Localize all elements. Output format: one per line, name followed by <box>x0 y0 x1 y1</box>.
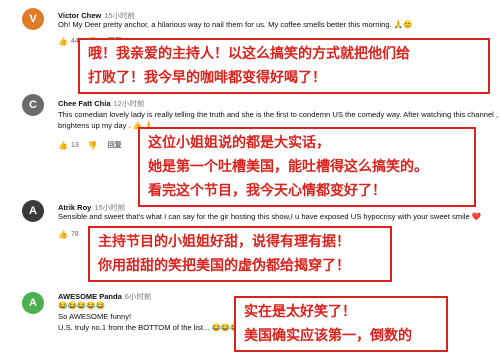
comment-text: 😂😂😂😂😂 So AWESOME funny! U.S. truly no.1 … <box>58 301 250 332</box>
avatar[interactable]: V <box>22 8 44 30</box>
comment-author[interactable]: Chee Fatt Chia 12小时前 <box>58 98 144 109</box>
thumbs-down-icon[interactable]: 👎 <box>88 141 98 150</box>
translation-callout: 这位小姐姐说的都是大实话， 她是第一个吐槽美国，能吐槽得这么搞笑的。 看完这个节… <box>138 127 476 207</box>
avatar[interactable]: C <box>22 94 44 116</box>
avatar[interactable]: A <box>22 292 44 314</box>
comment-time: 12小时前 <box>113 99 145 108</box>
comment-text: Sensible and sweet that's what I can say… <box>58 212 482 221</box>
comment-thread-screenshot: V Victor Chew 15小时前 Oh! My Deer pretty an… <box>0 0 500 362</box>
comment-text: Oh! My Deer pretty anchor, a hilarious w… <box>58 20 413 29</box>
thumbs-up-icon[interactable]: 👍 <box>58 141 68 150</box>
like-count: 78 <box>70 230 79 238</box>
thumbs-up-icon[interactable]: 👍 <box>58 37 68 46</box>
translation-callout: 实在是太好笑了！ 美国确实应该第一，倒数的 <box>234 296 448 352</box>
like-count: 13 <box>70 141 79 149</box>
reply-button[interactable]: 回复 <box>108 140 122 150</box>
translation-callout: 哦！我亲爱的主持人！以这么搞笑的方式就把他们给 打败了！我今早的咖啡都变得好喝了… <box>78 38 490 94</box>
translation-callout: 主持节目的小姐姐好甜，说得有理有据！ 你用甜甜的笑把美国的虚伪都给揭穿了！ <box>88 226 392 282</box>
thumbs-up-icon[interactable]: 👍 <box>58 230 68 239</box>
comment-actions: 👍 13 👎 回复 <box>58 140 122 150</box>
avatar[interactable]: A <box>22 200 44 222</box>
